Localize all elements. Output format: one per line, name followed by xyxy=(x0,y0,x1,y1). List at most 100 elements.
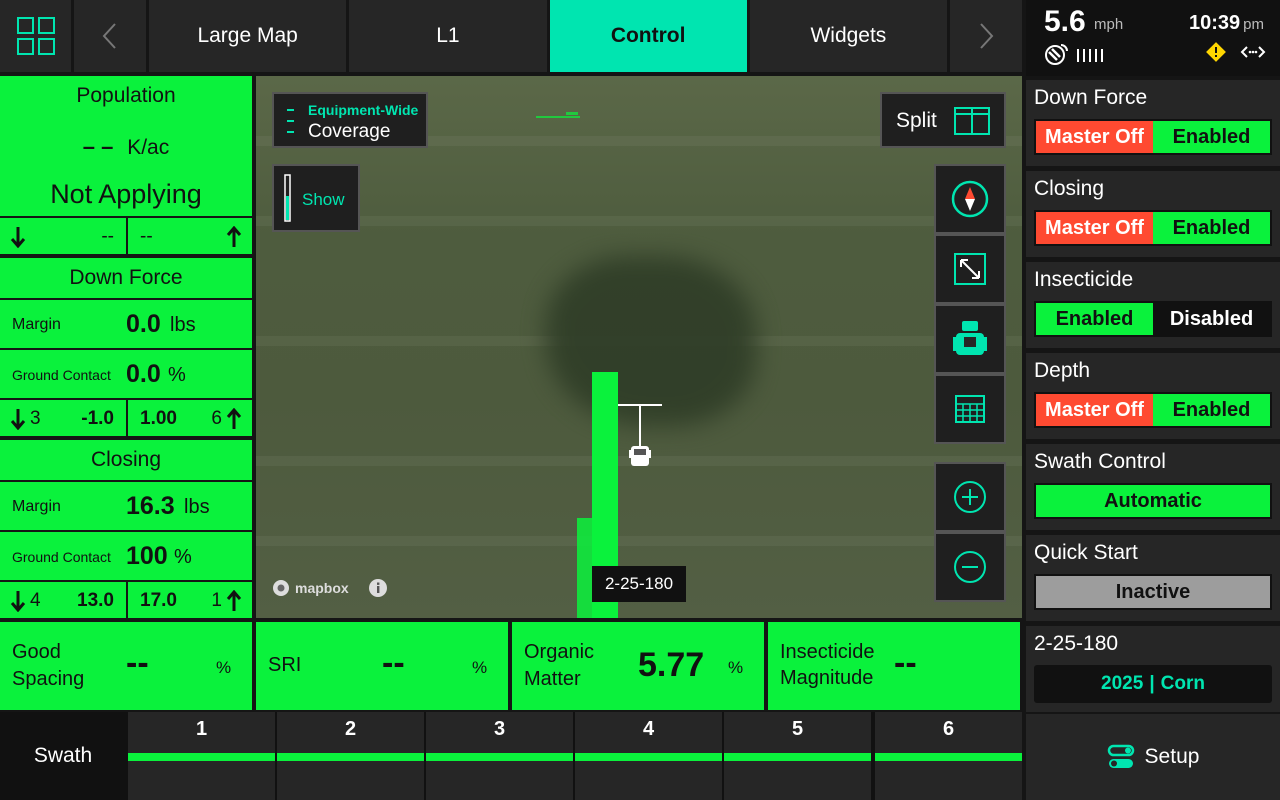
swath-section-number: 5 xyxy=(791,718,804,740)
quick-start-inactive-button[interactable]: Inactive xyxy=(1036,576,1270,608)
compass-button[interactable] xyxy=(934,164,1006,234)
coverage-scope-label: Equipment-Wide xyxy=(308,102,419,118)
swath-section-number: 2 xyxy=(344,718,357,740)
swath-control-title: Swath Control xyxy=(1034,450,1166,473)
tab-large-map[interactable]: Large Map xyxy=(149,0,347,72)
good-spacing-metric[interactable]: Good Spacing -- % xyxy=(0,622,252,710)
expand-icon xyxy=(954,253,986,285)
apps-grid-button[interactable] xyxy=(0,0,72,72)
warning-icon[interactable] xyxy=(1206,42,1226,62)
tab-l1[interactable]: L1 xyxy=(349,0,547,72)
closing-margin-label: Margin xyxy=(12,498,61,515)
swath-control-mode: Automatic xyxy=(1034,483,1272,519)
down-force-toggle: Master Off Enabled xyxy=(1034,119,1272,155)
depth-master-off-option[interactable]: Master Off xyxy=(1036,394,1153,426)
show-legend-button[interactable]: Show xyxy=(272,164,360,232)
closing-enabled-option[interactable]: Enabled xyxy=(1153,212,1270,244)
closing-high-value: 17.0 xyxy=(140,590,177,611)
tab-control[interactable]: Control xyxy=(549,0,747,72)
toggle-settings-icon xyxy=(1107,744,1134,768)
chevron-left-icon xyxy=(102,23,116,49)
population-card[interactable]: Population – – K/ac Not Applying -- -- xyxy=(0,76,252,254)
connection-icon[interactable] xyxy=(1240,44,1266,60)
closing-range: 4 13.0 17.0 1 xyxy=(0,580,252,618)
population-value-line: – – K/ac xyxy=(0,134,252,160)
insecticide-toggle: Enabled Disabled xyxy=(1034,301,1272,337)
season-year: 2025 xyxy=(1101,673,1144,694)
vehicle-view-button[interactable] xyxy=(934,304,1006,374)
population-title: Population xyxy=(76,84,176,107)
layers-icon xyxy=(287,109,294,133)
zoom-in-icon xyxy=(954,481,986,513)
closing-toggle: Master Off Enabled xyxy=(1034,210,1272,246)
insecticide-enabled-option[interactable]: Enabled xyxy=(1036,303,1153,335)
field-grid-icon xyxy=(955,395,985,423)
closing-gc-row: Ground Contact 100 % xyxy=(0,530,252,580)
swath-section[interactable]: 5 xyxy=(724,712,871,800)
swath-section[interactable]: 6 xyxy=(875,712,1022,800)
season-separator: | xyxy=(1149,673,1155,694)
closing-gc-label: Ground Contact xyxy=(12,549,111,565)
setup-button[interactable]: Setup xyxy=(1026,714,1280,800)
swath-automatic-button[interactable]: Automatic xyxy=(1036,485,1270,517)
metric-unit: % xyxy=(472,658,488,677)
swath-section-number: 6 xyxy=(942,718,955,740)
population-range-high-value: -- xyxy=(140,226,153,247)
swath-section-status xyxy=(277,753,424,761)
insecticide-disabled-option[interactable]: Disabled xyxy=(1153,303,1270,335)
zoom-out-icon xyxy=(954,551,986,583)
closing-title: Closing xyxy=(90,448,162,471)
metric-label: Matter xyxy=(524,668,581,690)
split-view-label: Split xyxy=(896,109,937,132)
sri-metric[interactable]: SRI -- % xyxy=(256,622,508,710)
season-crop-selector[interactable]: 2025 | Corn xyxy=(1034,665,1272,703)
signal-bars-icon xyxy=(1077,49,1103,62)
mapbox-attribution[interactable]: mapbox xyxy=(272,578,388,598)
swath-section[interactable]: 2 xyxy=(277,712,424,800)
compass-icon xyxy=(951,180,989,218)
closing-card[interactable]: Closing Margin 16.3 lbs Ground Contact 1… xyxy=(0,440,252,618)
population-state: Not Applying xyxy=(50,179,202,209)
left-metrics-panel: Population – – K/ac Not Applying -- -- D… xyxy=(0,76,252,618)
field-map[interactable]: Equipment-Wide Coverage Show Split 2-25-… xyxy=(256,76,1022,618)
down-force-master-off-option[interactable]: Master Off xyxy=(1036,121,1153,153)
clock-ampm: pm xyxy=(1243,16,1264,33)
depth-enabled-option[interactable]: Enabled xyxy=(1153,394,1270,426)
down-force-gc-unit: % xyxy=(168,364,186,386)
field-info-card: 2-25-180 2025 | Corn xyxy=(1026,626,1280,712)
nav-prev-button[interactable] xyxy=(74,0,147,72)
down-force-range-low: 3 -1.0 xyxy=(0,400,126,436)
metric-unit: % xyxy=(216,658,232,677)
organic-matter-metric[interactable]: Organic Matter 5.77 % xyxy=(512,622,764,710)
down-force-enabled-option[interactable]: Enabled xyxy=(1153,121,1270,153)
zoom-out-button[interactable] xyxy=(934,532,1006,602)
down-force-control-title: Down Force xyxy=(1034,86,1148,109)
field-info-title: 2-25-180 xyxy=(1034,632,1119,655)
nav-next-button[interactable] xyxy=(950,0,1023,72)
arrow-up-icon xyxy=(226,226,242,247)
down-force-low-value: -1.0 xyxy=(81,408,114,429)
population-range: -- -- xyxy=(0,216,252,254)
mapbox-logo-icon xyxy=(273,580,289,596)
down-force-card[interactable]: Down Force Margin 0.0 lbs Ground Contact… xyxy=(0,258,252,436)
tab-widgets[interactable]: Widgets xyxy=(749,0,948,72)
arrow-down-icon xyxy=(10,227,26,248)
metric-label: Good xyxy=(12,641,61,663)
metric-value: -- xyxy=(382,644,405,682)
field-grid-button[interactable] xyxy=(934,374,1006,444)
coverage-trail-icon xyxy=(536,112,580,118)
swath-section[interactable]: 3 xyxy=(426,712,573,800)
insecticide-control: Insecticide Enabled Disabled xyxy=(1026,262,1280,348)
swath-section-status xyxy=(575,753,722,761)
insecticide-magnitude-metric[interactable]: Insecticide Magnitude -- xyxy=(768,622,1020,710)
info-icon[interactable] xyxy=(368,578,388,598)
coverage-layer-button[interactable]: Equipment-Wide Coverage xyxy=(272,92,428,148)
swath-section[interactable]: 4 xyxy=(575,712,722,800)
split-view-button[interactable]: Split xyxy=(880,92,1006,148)
fullscreen-button[interactable] xyxy=(934,234,1006,304)
zoom-in-button[interactable] xyxy=(934,462,1006,532)
swath-section-number: 4 xyxy=(642,718,655,740)
closing-master-off-option[interactable]: Master Off xyxy=(1036,212,1153,244)
population-range-low: -- xyxy=(0,218,126,254)
swath-section[interactable]: 1 xyxy=(128,712,275,800)
